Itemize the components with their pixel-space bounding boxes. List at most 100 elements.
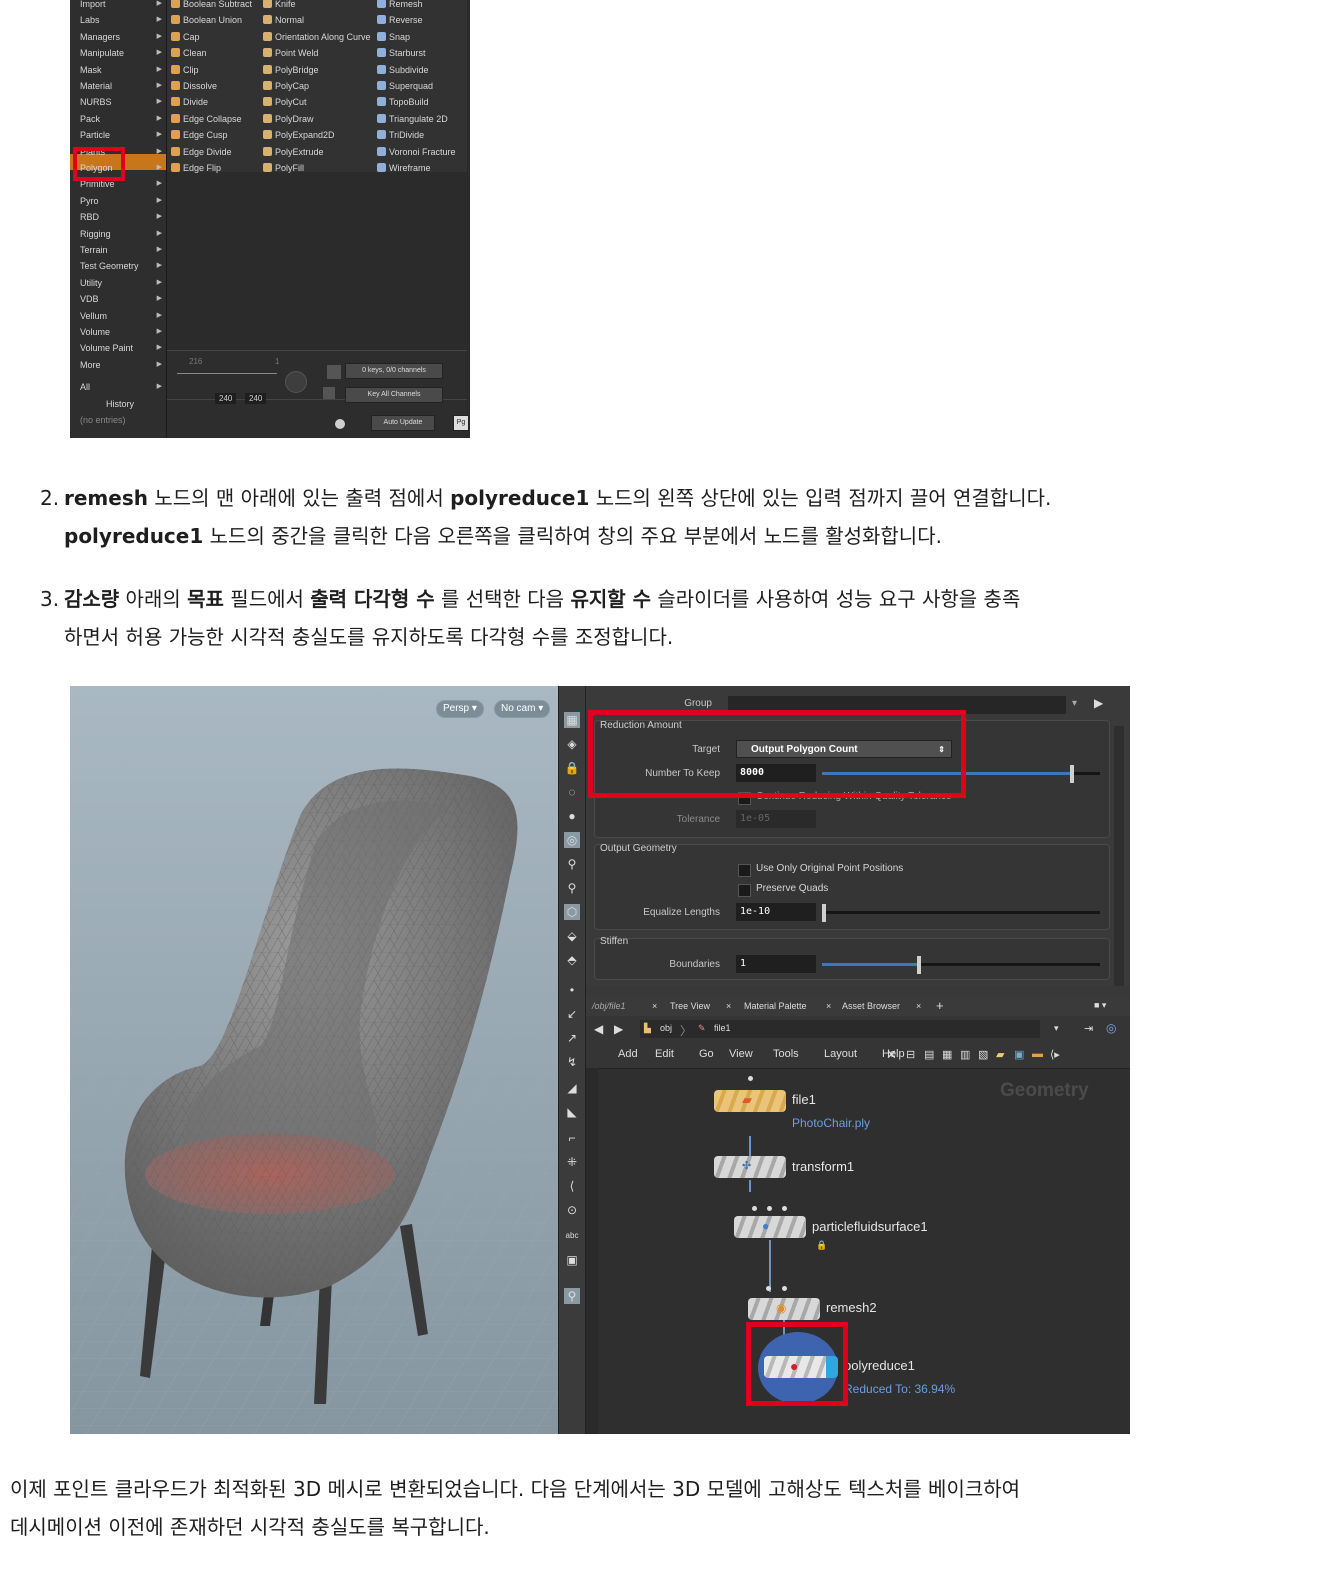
- persp-menu[interactable]: Persp ▾: [436, 700, 484, 718]
- key-all-channels-button[interactable]: Key All Channels: [345, 387, 443, 403]
- polygon-sop-reverse[interactable]: Reverse: [377, 12, 423, 28]
- network-menu-go[interactable]: Go: [699, 1048, 714, 1060]
- tools-icon[interactable]: ✕: [886, 1047, 897, 1063]
- file-node[interactable]: ▰: [714, 1090, 786, 1112]
- pfs-input-3[interactable]: [782, 1206, 787, 1211]
- boundaries-slider-handle[interactable]: [917, 956, 922, 974]
- polygon-sop-clean[interactable]: Clean: [171, 45, 207, 61]
- network-menu-edit[interactable]: Edit: [655, 1048, 674, 1060]
- lock-icon[interactable]: 🔒: [564, 760, 580, 776]
- grid-icon[interactable]: ▦: [942, 1048, 952, 1061]
- camera-menu[interactable]: No cam ▾: [494, 700, 551, 718]
- list-icon[interactable]: ▤: [924, 1048, 934, 1061]
- polygon-sop-starburst[interactable]: Starburst: [377, 45, 426, 61]
- select-icon[interactable]: ▦: [564, 712, 580, 728]
- param-icon[interactable]: ▧: [978, 1048, 988, 1061]
- polygon-sop-cap[interactable]: Cap: [171, 29, 200, 45]
- menu-category-utility[interactable]: Utility ▶: [80, 275, 164, 291]
- menu-category-import[interactable]: Import ▶: [80, 0, 164, 12]
- polygon-sop-polycut[interactable]: PolyCut: [263, 94, 307, 110]
- note-icon[interactable]: ▰: [996, 1048, 1004, 1061]
- tab-tree-view[interactable]: Tree View: [670, 1001, 710, 1011]
- tab-close-icon-2[interactable]: ×: [726, 1001, 731, 1011]
- polygon-sop-superquad[interactable]: Superquad: [377, 78, 433, 94]
- particlefluidsurface-node[interactable]: ●: [734, 1216, 806, 1238]
- transform-node[interactable]: ✣: [714, 1156, 786, 1178]
- equalize-slider-handle[interactable]: [822, 904, 826, 922]
- menu-category-terrain[interactable]: Terrain ▶: [80, 242, 164, 258]
- polygon-sop-knife[interactable]: Knife: [263, 0, 296, 12]
- boundaries-field[interactable]: 1: [736, 955, 816, 973]
- tab-obj-file1[interactable]: /obj/file1: [592, 1001, 626, 1011]
- file-node-label[interactable]: file1: [792, 1092, 816, 1107]
- path-obj[interactable]: obj: [660, 1023, 672, 1033]
- tab-close-icon-3[interactable]: ×: [826, 1001, 831, 1011]
- network-menu-layout[interactable]: Layout: [824, 1048, 857, 1060]
- menu-category-labs[interactable]: Labs ▶: [80, 12, 164, 28]
- fill-icon[interactable]: ◣: [564, 1104, 580, 1120]
- bone-icon[interactable]: ⟨: [564, 1178, 580, 1194]
- shading-icon[interactable]: ●: [564, 808, 580, 824]
- polygon-sop-wireframe[interactable]: Wireframe: [377, 160, 431, 176]
- text-icon[interactable]: abc: [564, 1228, 580, 1244]
- polygon-sop-remesh[interactable]: Remesh: [377, 0, 423, 12]
- polygon-sop-divide[interactable]: Divide: [171, 94, 208, 110]
- grid-snap-icon[interactable]: ⚲: [564, 880, 580, 896]
- remesh-input-2[interactable]: [782, 1286, 787, 1291]
- remesh-input-1[interactable]: [766, 1286, 771, 1291]
- menu-category-material[interactable]: Material ▶: [80, 78, 164, 94]
- parameter-scrollbar[interactable]: [1114, 726, 1124, 986]
- polygon-sop-polycap[interactable]: PolyCap: [263, 78, 309, 94]
- transform-node-label[interactable]: transform1: [792, 1159, 854, 1174]
- menu-category-vellum[interactable]: Vellum ▶: [80, 308, 164, 324]
- polygon-sop-edge-cusp[interactable]: Edge Cusp: [171, 127, 228, 143]
- polygon-sop-subdivide[interactable]: Subdivide: [377, 62, 429, 78]
- path-file[interactable]: file1: [714, 1023, 731, 1033]
- polygon-sop-orientation-along-curve[interactable]: Orientation Along Curve: [263, 29, 371, 45]
- pfs-input-2[interactable]: [767, 1206, 772, 1211]
- light-icon[interactable]: ⚲: [564, 1288, 580, 1304]
- tab-material-palette[interactable]: Material Palette: [744, 1001, 807, 1011]
- arrow-select-icon[interactable]: ▶: [1094, 696, 1103, 710]
- boundaries-slider[interactable]: [822, 956, 1100, 974]
- path-field[interactable]: ▙ obj 〉 ✎ file1: [640, 1020, 1040, 1038]
- menu-category-manipulate[interactable]: Manipulate ▶: [80, 45, 164, 61]
- polygon-sop-dissolve[interactable]: Dissolve: [171, 78, 217, 94]
- polygon-sop-polyextrude[interactable]: PolyExtrude: [263, 144, 324, 160]
- tab-close-icon[interactable]: ×: [652, 1001, 657, 1011]
- network-box-icon[interactable]: ▬: [1032, 1048, 1043, 1060]
- menu-category-more[interactable]: More ▶: [80, 357, 164, 373]
- menu-category-vdb[interactable]: VDB ▶: [80, 291, 164, 307]
- keep-slider-handle[interactable]: [1070, 765, 1075, 783]
- polyreduce-node-label[interactable]: polyreduce1: [844, 1358, 915, 1373]
- brush-icon[interactable]: ↗: [564, 1030, 580, 1046]
- polygon-sop-topobuild[interactable]: TopoBuild: [377, 94, 429, 110]
- frame-start-field[interactable]: 240: [215, 393, 237, 404]
- menu-category--no-entries-[interactable]: (no entries): [80, 412, 164, 428]
- key-icon[interactable]: [327, 365, 341, 379]
- polygon-sop-clip[interactable]: Clip: [171, 62, 199, 78]
- target-icon[interactable]: ⊙: [564, 1202, 580, 1218]
- polygon-sop-tridivide[interactable]: TriDivide: [377, 127, 424, 143]
- remesh-node-label[interactable]: remesh2: [826, 1300, 877, 1315]
- network-menu-view[interactable]: View: [729, 1048, 753, 1060]
- polygon-sop-point-weld[interactable]: Point Weld: [263, 45, 318, 61]
- dot-icon[interactable]: •: [564, 982, 580, 998]
- polygon-sop-normal[interactable]: Normal: [263, 12, 304, 28]
- menu-category-pyro[interactable]: Pyro ▶: [80, 193, 164, 209]
- menu-category-test-geometry[interactable]: Test Geometry ▶: [80, 258, 164, 274]
- polygon-sop-triangulate-2d[interactable]: Triangulate 2D: [377, 111, 448, 127]
- menu-category-managers[interactable]: Managers ▶: [80, 29, 164, 45]
- tab-asset-browser[interactable]: Asset Browser: [842, 1001, 900, 1011]
- tab-close-icon-4[interactable]: ×: [916, 1001, 921, 1011]
- link-icon[interactable]: ◎: [1106, 1021, 1116, 1035]
- channel-icon[interactable]: [323, 387, 335, 399]
- vertex-icon[interactable]: ⬙: [564, 928, 580, 944]
- ruler-icon[interactable]: ⌐: [564, 1130, 580, 1146]
- polygon-sop-edge-divide[interactable]: Edge Divide: [171, 144, 232, 160]
- particlefluidsurface-label[interactable]: particlefluidsurface1: [812, 1219, 928, 1234]
- tolerance-field[interactable]: 1e-05: [736, 810, 816, 828]
- polygon-sop-polybridge[interactable]: PolyBridge: [263, 62, 319, 78]
- add-tab-icon[interactable]: +: [936, 998, 944, 1013]
- polygon-sop-edge-collapse[interactable]: Edge Collapse: [171, 111, 242, 127]
